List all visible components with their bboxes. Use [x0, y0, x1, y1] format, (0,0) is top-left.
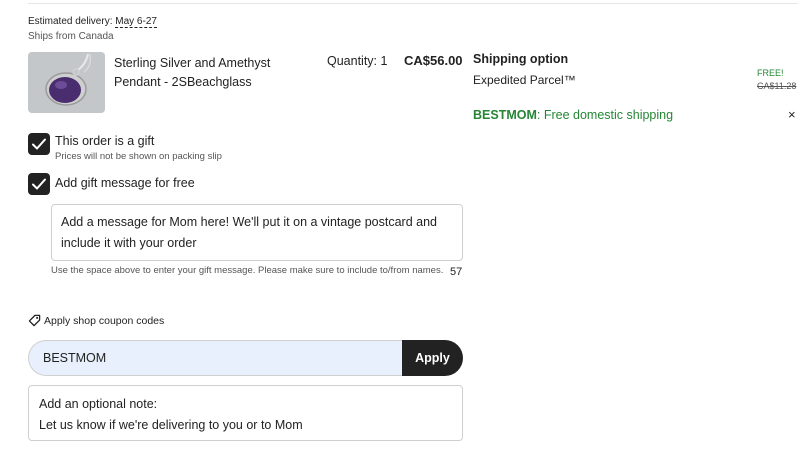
shipping-old-price: CA$11.28 [757, 81, 797, 91]
promo-description: : Free domestic shipping [536, 108, 674, 122]
estimated-delivery: Estimated delivery: May 6-27 [28, 16, 157, 28]
apply-coupon-button[interactable]: Apply [402, 340, 463, 376]
gift-message-help: Use the space above to enter your gift m… [51, 265, 444, 276]
gift-message-textarea[interactable]: Add a message for Mom here! We'll put it… [51, 204, 463, 261]
coupon-code-input[interactable]: BESTMOM [28, 340, 406, 376]
checkmark-icon [32, 138, 46, 150]
item-price: CA$56.00 [404, 53, 463, 68]
top-divider [28, 3, 798, 4]
promo-code: BESTMOM [473, 108, 537, 122]
checkmark-icon [32, 178, 46, 190]
estimated-delivery-date[interactable]: May 6-27 [115, 16, 157, 28]
gift-order-sublabel: Prices will not be shown on packing slip [55, 151, 222, 162]
estimated-delivery-label: Estimated delivery: [28, 16, 113, 27]
gift-message-checkbox[interactable] [28, 173, 50, 195]
shipping-free-label: FREE! [757, 68, 784, 78]
item-title[interactable]: Sterling Silver and Amethyst Pendant - 2… [114, 54, 314, 92]
shipping-method[interactable]: Expedited Parcel™ [473, 73, 576, 87]
optional-note-label: Add an optional note: [39, 397, 158, 411]
gift-message-label: Add gift message for free [55, 176, 195, 190]
item-quantity: Quantity: 1 [327, 54, 388, 68]
shipping-option-heading: Shipping option [473, 52, 569, 66]
optional-note-text: Let us know if we're delivering to you o… [39, 418, 303, 432]
ships-from-text: Ships from Canada [28, 31, 114, 42]
gift-order-checkbox[interactable] [28, 133, 50, 155]
remove-promo-close-icon[interactable]: × [788, 107, 796, 122]
optional-note-field[interactable]: Add an optional note: Let us know if we'… [28, 385, 463, 441]
apply-coupon-link[interactable]: Apply shop coupon codes [28, 314, 164, 327]
tag-icon [28, 314, 41, 327]
applied-promo: BESTMOM: Free domestic shipping [473, 108, 673, 122]
item-thumbnail[interactable] [28, 52, 105, 113]
apply-coupon-label: Apply shop coupon codes [44, 314, 165, 327]
amethyst-pendant-image [28, 52, 105, 113]
gift-order-label: This order is a gift [55, 134, 155, 148]
gift-message-char-count: 57 [450, 266, 463, 278]
